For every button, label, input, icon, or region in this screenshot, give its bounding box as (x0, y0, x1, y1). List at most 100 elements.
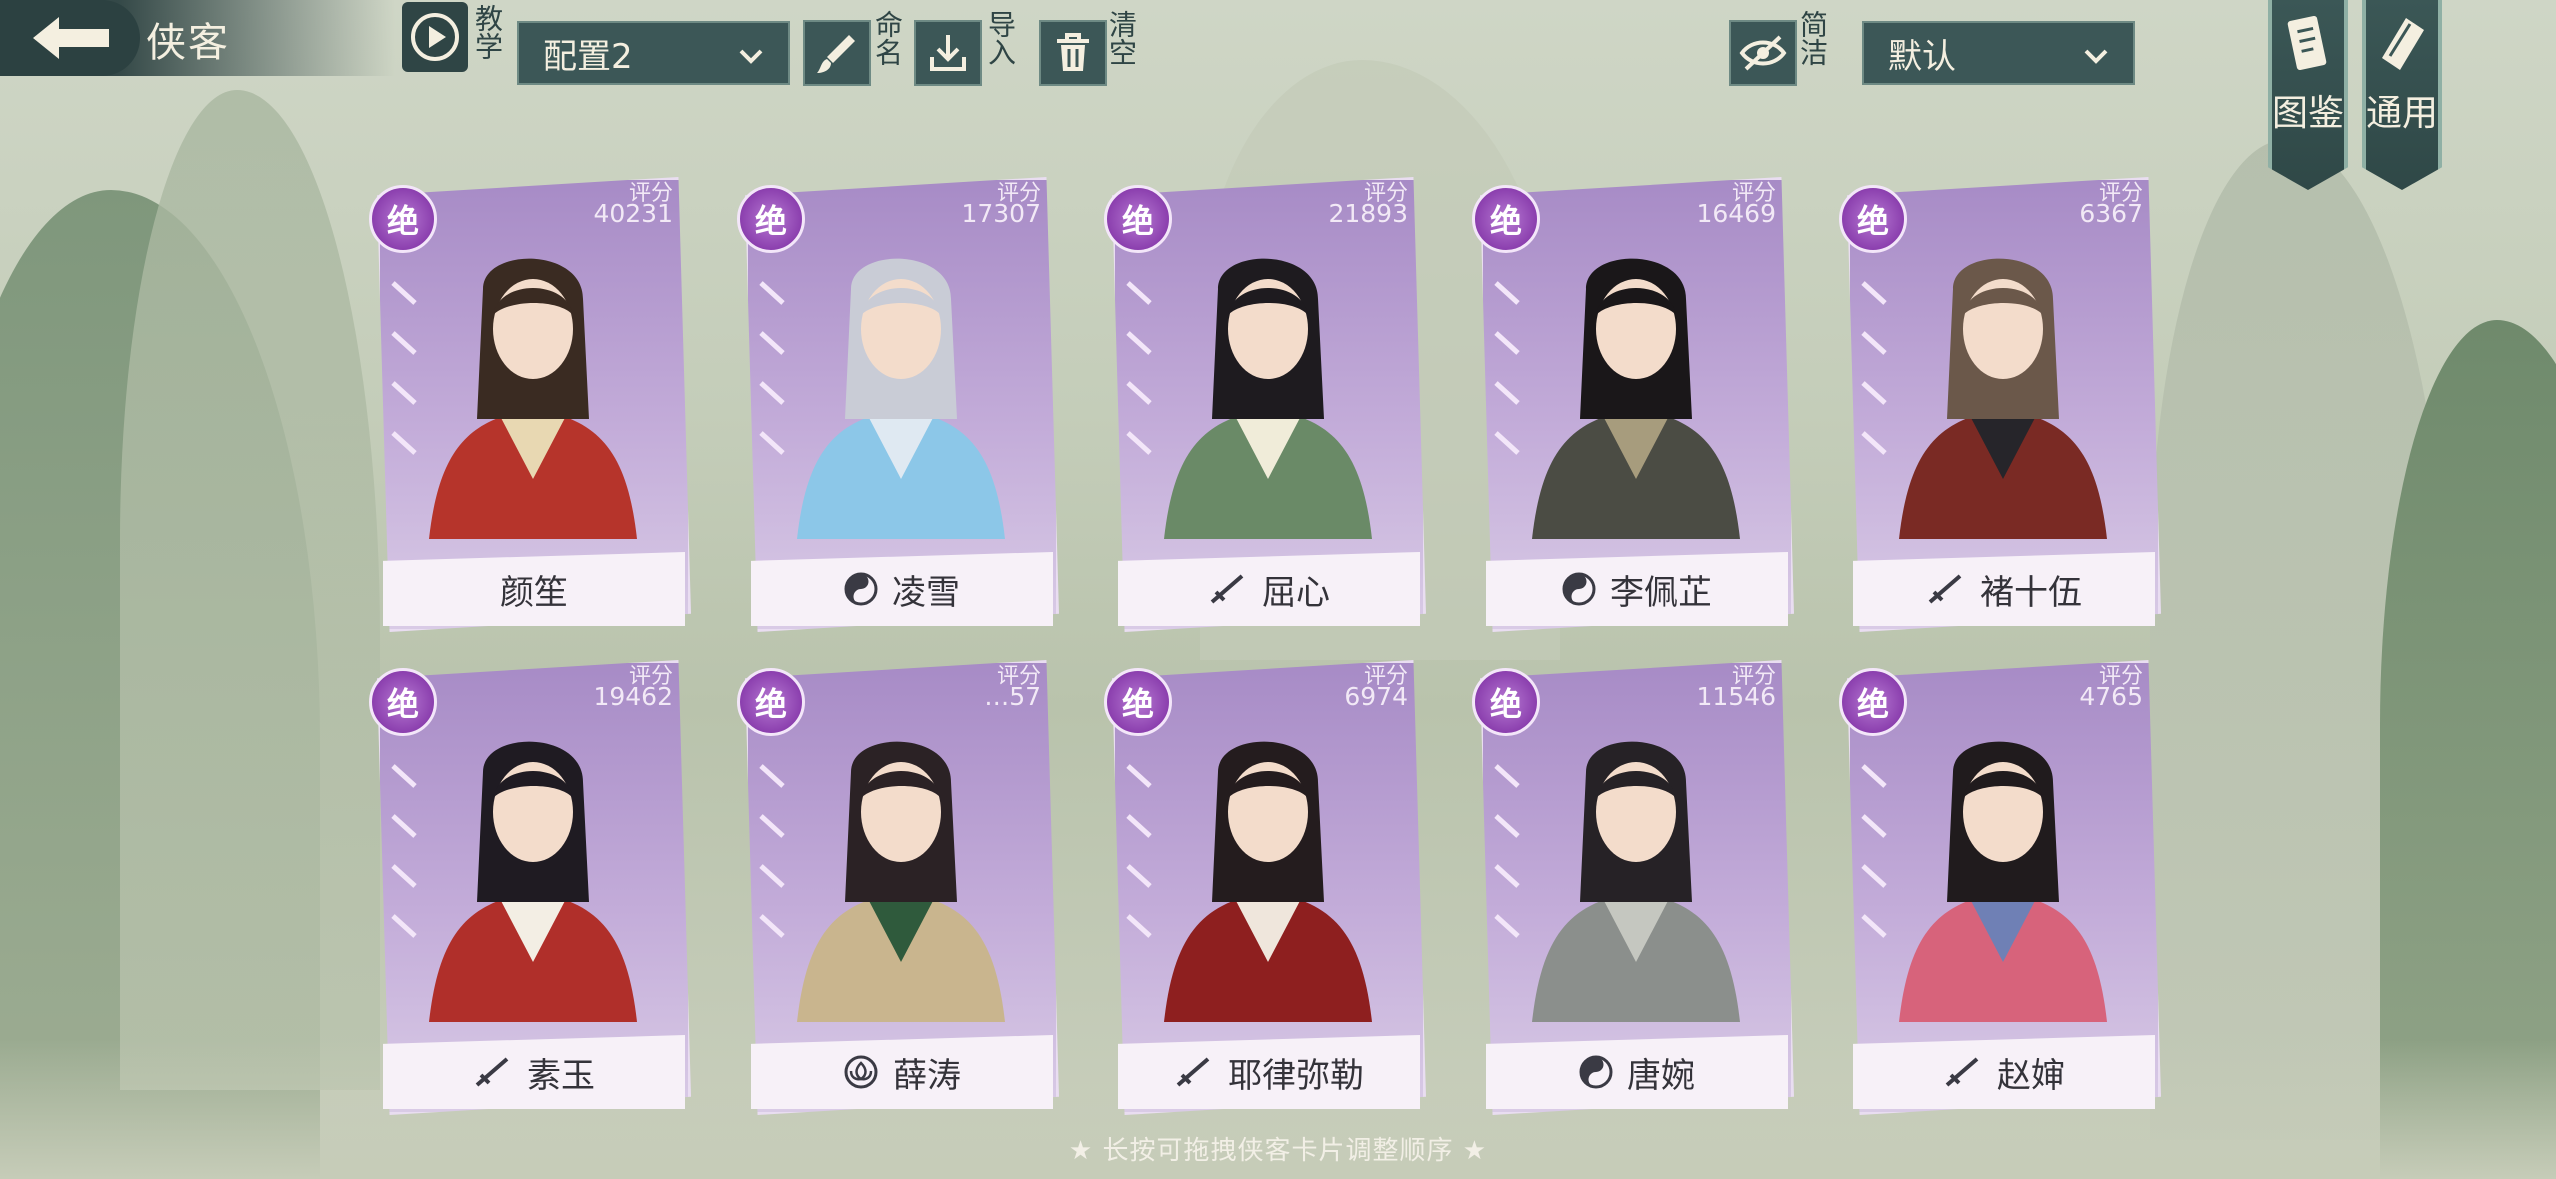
yin-yang-icon (844, 572, 878, 606)
hero-card[interactable]: 绝评分 6367 褚十伍 (1839, 177, 2161, 632)
rank-badge: 绝 (1472, 185, 1540, 253)
lotus-icon (844, 1055, 878, 1089)
score-value: 16469 (1696, 199, 1776, 228)
clear-button[interactable] (1039, 20, 1107, 86)
hero-card[interactable]: 绝评分 17307 凌雪 (737, 177, 1059, 632)
sort-select[interactable]: 默认 (1862, 21, 2135, 85)
rank-label: 绝 (754, 202, 787, 240)
hero-card[interactable]: 绝评分 16469 李佩芷 (1472, 177, 1794, 632)
back-arrow-icon (33, 17, 109, 59)
rank-sword-marks (391, 281, 417, 455)
page-title: 侠客 (146, 20, 230, 66)
codex-ribbon-button[interactable]: 图鉴 (2268, 0, 2348, 190)
hero-name: 素玉 (527, 1055, 595, 1096)
hero-card[interactable]: 绝评分 11546 唐婉 (1472, 660, 1794, 1115)
score-value: 11546 (1696, 682, 1776, 711)
hero-card[interactable]: 绝评分 6974 耶律弥勒 (1104, 660, 1426, 1115)
hero-name: 李佩芷 (1610, 572, 1712, 613)
rank-badge: 绝 (369, 668, 437, 736)
rank-sword-marks (1494, 281, 1520, 455)
sword-icon (1928, 574, 1962, 604)
name-bar: 赵婶 (1853, 1035, 2155, 1109)
rank-sword-marks (1861, 764, 1887, 938)
tutorial-button[interactable] (402, 2, 468, 72)
hero-name: 凌雪 (892, 572, 960, 613)
rank-sword-marks (1861, 281, 1887, 455)
rank-badge: 绝 (1104, 185, 1172, 253)
type-icon-wrap (473, 1055, 513, 1089)
rank-badge: 绝 (369, 185, 437, 253)
name-bar: 李佩芷 (1486, 552, 1788, 626)
hero-portrait (429, 258, 637, 539)
hero-name: 褚十伍 (1980, 572, 2082, 613)
yin-yang-icon (1579, 1055, 1613, 1089)
sword-icon (1210, 574, 1244, 604)
type-icon-wrap (844, 572, 878, 606)
config-select[interactable]: 配置2 (517, 21, 790, 85)
type-icon-wrap (1579, 1055, 1613, 1089)
general-label: 通用 (2366, 93, 2439, 134)
name-bar: 唐婉 (1486, 1035, 1788, 1109)
rank-sword-marks (391, 764, 417, 938)
simple-view-label: 简洁 (1796, 10, 1829, 66)
rank-badge: 绝 (737, 185, 805, 253)
rank-badge: 绝 (1472, 668, 1540, 736)
clear-label: 清空 (1105, 10, 1138, 66)
hero-name: 颜笙 (500, 572, 568, 613)
hero-card[interactable]: 绝评分 19462 素玉 (369, 660, 691, 1115)
hero-name: 赵婶 (1997, 1055, 2065, 1096)
name-bar: 耶律弥勒 (1118, 1035, 1420, 1109)
scroll-icon (2382, 18, 2424, 70)
type-icon-wrap (1174, 1055, 1214, 1089)
rank-sword-marks (1126, 764, 1152, 938)
name-bar: 素玉 (383, 1035, 685, 1109)
rank-sword-marks (1126, 281, 1152, 455)
back-button[interactable] (0, 0, 140, 76)
score-value: 4765 (2079, 682, 2143, 711)
general-ribbon-button[interactable]: 通用 (2362, 0, 2442, 190)
hero-card[interactable]: 绝评分 21893 屈心 (1104, 177, 1426, 632)
score-value: 17307 (961, 199, 1041, 228)
hero-name: 耶律弥勒 (1228, 1055, 1364, 1096)
codex-label: 图鉴 (2272, 93, 2345, 134)
sort-select-value: 默认 (1888, 36, 1956, 77)
hero-portrait (1899, 258, 2107, 539)
eye-off-icon (1739, 35, 1787, 71)
score-value: 21893 (1328, 199, 1408, 228)
name-bar: 凌雪 (751, 552, 1053, 626)
rank-label: 绝 (1121, 202, 1154, 240)
type-icon-wrap (1943, 1055, 1983, 1089)
rank-label: 绝 (1856, 202, 1889, 240)
score-value: 40231 (593, 199, 673, 228)
play-icon (411, 13, 459, 61)
name-bar: 屈心 (1118, 552, 1420, 626)
hero-card[interactable]: 绝评分 40231 颜笙 (369, 177, 691, 632)
hero-portrait (1164, 741, 1372, 1022)
rank-sword-marks (759, 764, 785, 938)
type-icon-wrap (1926, 572, 1966, 606)
hero-card[interactable]: 绝评分 4765 赵婶 (1839, 660, 2161, 1115)
scroll-book-icon (2287, 15, 2327, 71)
score-value: 6974 (1344, 682, 1408, 711)
brush-icon (817, 35, 855, 73)
import-button[interactable] (914, 20, 982, 86)
trash-icon (1057, 33, 1089, 71)
rank-label: 绝 (1489, 685, 1522, 723)
rename-button[interactable] (803, 20, 871, 86)
rank-badge: 绝 (1104, 668, 1172, 736)
sword-icon (1176, 1057, 1210, 1087)
hero-card[interactable]: 绝评分 …57 薛涛 (737, 660, 1059, 1115)
rank-badge: 绝 (1839, 185, 1907, 253)
type-icon-wrap (1562, 572, 1596, 606)
rank-label: 绝 (1489, 202, 1522, 240)
simple-view-button[interactable] (1729, 20, 1797, 86)
rank-label: 绝 (1856, 685, 1889, 723)
type-icon-wrap (843, 1055, 879, 1089)
rank-sword-marks (1494, 764, 1520, 938)
rank-badge: 绝 (1839, 668, 1907, 736)
hero-name: 薛涛 (893, 1055, 961, 1096)
hero-portrait (797, 258, 1005, 539)
name-bar: 褚十伍 (1853, 552, 2155, 626)
yin-yang-icon (1562, 572, 1596, 606)
sword-icon (1945, 1057, 1979, 1087)
